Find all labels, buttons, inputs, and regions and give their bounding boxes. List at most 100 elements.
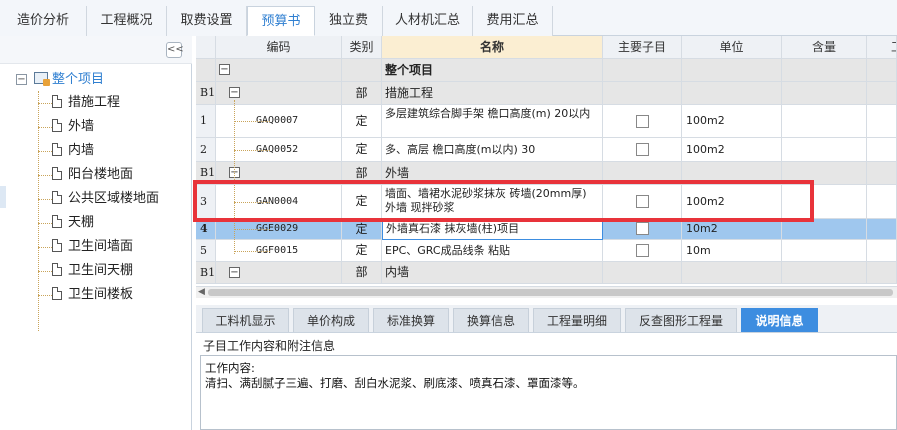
tab-description-info[interactable]: 说明信息	[741, 308, 818, 332]
row-main-cell[interactable]	[603, 162, 682, 185]
tab-quantity-details[interactable]: 工程量明细	[533, 308, 621, 332]
row-qty-cell[interactable]	[782, 262, 867, 284]
tree-item-measures[interactable]: 措施工程	[52, 92, 120, 114]
row-qty-cell[interactable]	[782, 219, 867, 240]
row-main-cell[interactable]	[603, 138, 682, 162]
tree-item-exterior-wall[interactable]: 外墙	[52, 116, 94, 138]
main-item-checkbox[interactable]	[636, 143, 649, 156]
row-qty-cell[interactable]	[782, 59, 867, 82]
scrollbar-thumb[interactable]	[208, 289, 893, 296]
tree-item-bathroom-ceiling[interactable]: 卫生间天棚	[52, 260, 133, 282]
row-type-cell[interactable]: 定	[342, 219, 382, 240]
tab-reverse-graphic-quantity[interactable]: 反查图形工程量	[625, 308, 737, 332]
main-item-checkbox[interactable]	[636, 195, 649, 208]
row-number[interactable]: B1	[196, 262, 216, 284]
header-labor[interactable]: 工	[867, 36, 897, 59]
row-number[interactable]: 5	[196, 240, 216, 262]
row-unit-cell[interactable]	[682, 59, 782, 82]
scroll-left-arrow-icon[interactable]: ◀	[198, 287, 205, 297]
row-unit-cell[interactable]: 10m2	[682, 219, 782, 240]
row-number[interactable]: B1	[196, 162, 216, 185]
row-main-cell[interactable]	[603, 185, 682, 219]
row-main-cell[interactable]	[603, 240, 682, 262]
row-name-cell[interactable]: 内墙	[382, 262, 603, 284]
row-name-cell[interactable]: EPC、GRC成品线条 粘贴	[382, 240, 603, 262]
row-number[interactable]: 2	[196, 138, 216, 162]
collapse-toggle-icon[interactable]: −	[229, 87, 240, 98]
row-number[interactable]: 4	[196, 219, 216, 240]
row-type-cell[interactable]: 部	[342, 262, 382, 284]
main-item-checkbox[interactable]	[636, 222, 649, 235]
tab-budget-book[interactable]: 预算书	[247, 6, 315, 36]
row-name-cell[interactable]: 多层建筑综合脚手架 檐口高度(m) 20以内	[382, 105, 603, 138]
row-name-cell[interactable]: 多、高层 檐口高度(m以内) 30	[382, 138, 603, 162]
row-type-cell[interactable]: 部	[342, 82, 382, 105]
row-unit-cell[interactable]	[682, 262, 782, 284]
row-main-cell[interactable]	[603, 262, 682, 284]
row-qty-cell[interactable]	[782, 162, 867, 185]
tab-project-overview[interactable]: 工程概况	[87, 6, 167, 36]
row-unit-cell[interactable]	[682, 82, 782, 105]
row-name-cell[interactable]: 整个项目	[382, 59, 603, 82]
row-main-cell[interactable]	[603, 82, 682, 105]
info-textarea[interactable]: 工作内容: 清扫、满刮腻子三遍、打磨、刮白水泥浆、刷底漆、喷真石漆、罩面漆等。	[200, 355, 897, 430]
tab-fee-settings[interactable]: 取费设置	[167, 6, 247, 36]
row-qty-cell[interactable]	[782, 105, 867, 138]
row-qty-cell[interactable]	[782, 240, 867, 262]
main-item-checkbox[interactable]	[636, 115, 649, 128]
header-quantity[interactable]: 含量	[782, 36, 867, 59]
row-name-cell[interactable]: 措施工程	[382, 82, 603, 105]
row-number[interactable]: 3	[196, 185, 216, 219]
row-number[interactable]: B1	[196, 82, 216, 105]
row-unit-cell[interactable]: 100m2	[682, 138, 782, 162]
tree-item-interior-wall[interactable]: 内墙	[52, 140, 94, 162]
tab-standard-conversion[interactable]: 标准换算	[373, 308, 449, 332]
row-type-cell[interactable]: 定	[342, 138, 382, 162]
row-main-cell[interactable]	[603, 59, 682, 82]
header-main-item[interactable]: 主要子目	[603, 36, 682, 59]
row-type-cell[interactable]: 定	[342, 185, 382, 219]
tab-conversion-info[interactable]: 换算信息	[453, 308, 529, 332]
tree-item-bathroom-floor[interactable]: 卫生间楼板	[52, 284, 133, 306]
tree-item-public-floor[interactable]: 公共区域楼地面	[52, 188, 159, 210]
row-unit-cell[interactable]: 10m	[682, 240, 782, 262]
tab-labor-material-summary[interactable]: 人材机汇总	[383, 6, 473, 36]
row-qty-cell[interactable]	[782, 138, 867, 162]
tab-unit-price-composition[interactable]: 单价构成	[293, 308, 369, 332]
collapse-toggle-icon[interactable]: −	[219, 64, 230, 75]
collapse-panel-button[interactable]: <<	[166, 42, 184, 58]
header-name[interactable]: 名称	[382, 36, 603, 59]
row-qty-cell[interactable]	[782, 82, 867, 105]
tab-fee-summary[interactable]: 费用汇总	[473, 6, 553, 36]
row-code-cell[interactable]: −	[216, 59, 342, 82]
tree-item-ceiling[interactable]: 天棚	[52, 212, 94, 234]
row-number[interactable]: 1	[196, 105, 216, 138]
row-qty-cell[interactable]	[782, 185, 867, 219]
row-main-cell[interactable]	[603, 219, 682, 240]
tab-independent-fee[interactable]: 独立费	[315, 6, 383, 36]
header-code[interactable]: 编码	[216, 36, 342, 59]
row-type-cell[interactable]: 定	[342, 105, 382, 138]
tree-item-balcony-floor[interactable]: 阳台楼地面	[52, 164, 133, 186]
row-name-cell[interactable]: 外墙	[382, 162, 603, 185]
tree-root-item[interactable]: 整个项目	[34, 69, 104, 91]
tab-cost-analysis[interactable]: 造价分析	[0, 6, 87, 36]
row-unit-cell[interactable]	[682, 162, 782, 185]
tree-item-bathroom-wall[interactable]: 卫生间墙面	[52, 236, 133, 258]
row-type-cell[interactable]: 部	[342, 162, 382, 185]
tab-labor-material-display[interactable]: 工料机显示	[202, 308, 289, 332]
row-name-cell[interactable]: 墙面、墙裙水泥砂浆抹灰 砖墙(20mm厚) 外墙 现拌砂浆	[382, 185, 603, 219]
row-number[interactable]	[196, 59, 216, 82]
header-unit[interactable]: 单位	[682, 36, 782, 59]
row-main-cell[interactable]	[603, 105, 682, 138]
grid-horizontal-scrollbar[interactable]: ◀	[196, 286, 897, 298]
row-code-cell[interactable]: −	[216, 262, 342, 284]
row-unit-cell[interactable]: 100m2	[682, 185, 782, 219]
row-unit-cell[interactable]: 100m2	[682, 105, 782, 138]
row-type-cell[interactable]	[342, 59, 382, 82]
tree-collapse-toggle-icon[interactable]: −	[16, 74, 27, 85]
row-name-edit-cell[interactable]: 外墙真石漆 抹灰墙(柱)项目	[382, 219, 603, 240]
row-type-cell[interactable]: 定	[342, 240, 382, 262]
main-item-checkbox[interactable]	[636, 244, 649, 257]
collapse-toggle-icon[interactable]: −	[229, 267, 240, 278]
